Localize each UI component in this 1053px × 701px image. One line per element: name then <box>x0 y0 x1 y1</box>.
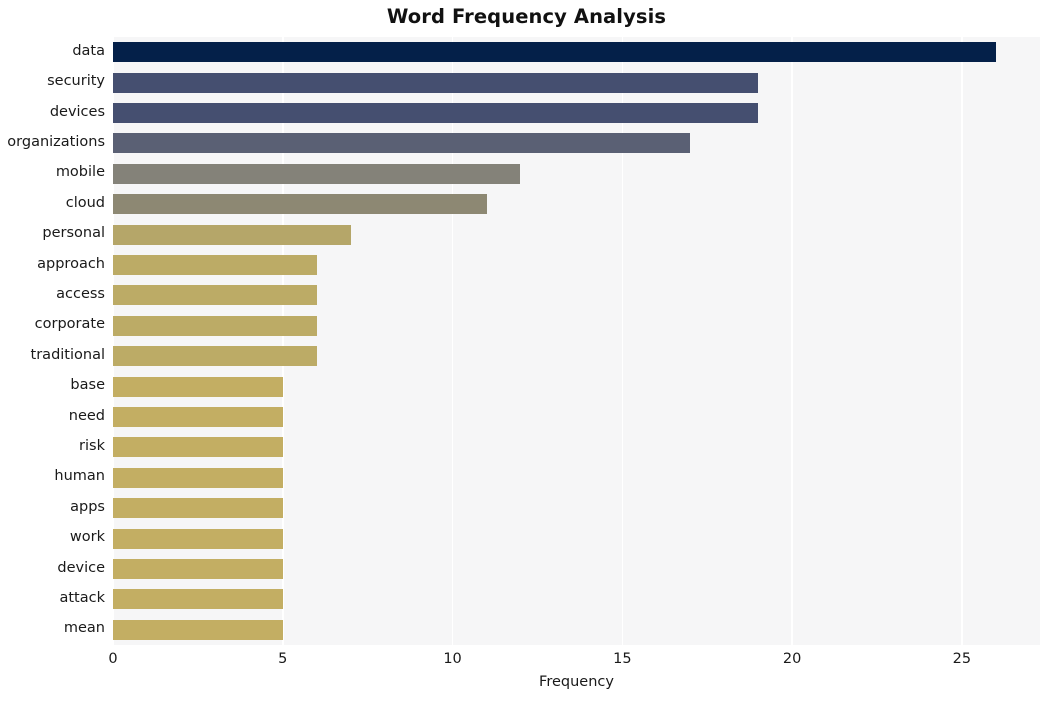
bar-row <box>113 194 1040 215</box>
bar-row <box>113 315 1040 336</box>
bar-row <box>113 406 1040 428</box>
y-tick-label-apps: apps <box>70 498 105 515</box>
bar-risk[interactable] <box>113 437 283 458</box>
y-tick-label-devices: devices <box>49 103 105 120</box>
bar-row <box>113 72 1040 93</box>
bar-row <box>113 467 1040 488</box>
bar-human[interactable] <box>113 467 283 488</box>
y-tick-label-traditional: traditional <box>30 346 105 363</box>
x-tick-label-10: 10 <box>443 651 462 667</box>
bar-approach[interactable] <box>113 254 317 276</box>
bar-mean[interactable] <box>113 619 283 640</box>
x-axis-title: Frequency <box>539 674 614 690</box>
y-tick-label-data: data <box>72 42 105 59</box>
y-axis-tick-labels: data security devices organizations mobile cl… <box>0 37 105 645</box>
x-tick-label-25: 25 <box>952 651 972 667</box>
bar-data[interactable] <box>113 42 996 63</box>
x-axis-tick-labels: 0 5 10 15 20 25 <box>0 645 1053 675</box>
y-tick-label-security: security <box>47 73 105 90</box>
bar-base[interactable] <box>113 376 283 397</box>
chart-title: Word Frequency Analysis <box>386 5 667 28</box>
y-tick-label-human: human <box>54 468 105 485</box>
bar-device[interactable] <box>113 558 283 580</box>
plot-area <box>112 37 1040 645</box>
y-tick-label-mobile: mobile <box>55 164 105 181</box>
bar-row <box>113 346 1040 367</box>
bar-traditional[interactable] <box>113 346 317 367</box>
bar-corporate[interactable] <box>113 315 317 336</box>
bar-row <box>113 589 1040 610</box>
bar-row <box>113 163 1040 184</box>
y-tick-label-mean: mean <box>63 620 105 637</box>
bar-security[interactable] <box>113 72 759 93</box>
bar-row <box>113 437 1040 458</box>
bar-personal[interactable] <box>113 224 351 245</box>
bar-devices[interactable] <box>113 102 759 124</box>
y-tick-label-device: device <box>57 559 105 576</box>
chart-figure: Word Frequency Analysis data security devi… <box>0 0 1053 701</box>
bar-row <box>113 133 1040 154</box>
y-tick-label-base: base <box>70 377 105 394</box>
bar-organizations[interactable] <box>113 133 691 154</box>
y-tick-label-access: access <box>56 285 105 302</box>
bar-row <box>113 528 1040 549</box>
x-tick-label-0: 0 <box>108 651 118 667</box>
y-tick-label-cloud: cloud <box>65 194 105 211</box>
bar-attack[interactable] <box>113 589 283 610</box>
bar-row <box>113 42 1040 63</box>
x-tick-label-15: 15 <box>613 651 632 667</box>
bar-access[interactable] <box>113 285 317 306</box>
bar-apps[interactable] <box>113 498 283 519</box>
y-tick-label-organizations: organizations <box>7 133 105 150</box>
bar-row <box>113 254 1040 276</box>
y-tick-label-need: need <box>68 407 105 424</box>
y-tick-label-attack: attack <box>59 589 105 606</box>
bar-need[interactable] <box>113 406 283 428</box>
y-tick-label-work: work <box>69 529 105 546</box>
x-tick-label-20: 20 <box>782 651 802 667</box>
bar-row <box>113 558 1040 580</box>
y-tick-label-personal: personal <box>42 225 105 242</box>
bar-row <box>113 619 1040 640</box>
x-tick-label-5: 5 <box>278 651 288 667</box>
bars-layer <box>113 37 1040 645</box>
bar-row <box>113 285 1040 306</box>
bar-cloud[interactable] <box>113 194 487 215</box>
bar-row <box>113 376 1040 397</box>
bar-row <box>113 498 1040 519</box>
y-tick-label-corporate: corporate <box>34 316 105 333</box>
bar-row <box>113 224 1040 245</box>
bar-mobile[interactable] <box>113 163 521 184</box>
y-tick-label-risk: risk <box>79 437 105 454</box>
y-tick-label-approach: approach <box>37 255 105 272</box>
bar-work[interactable] <box>113 528 283 549</box>
bar-row <box>113 102 1040 124</box>
